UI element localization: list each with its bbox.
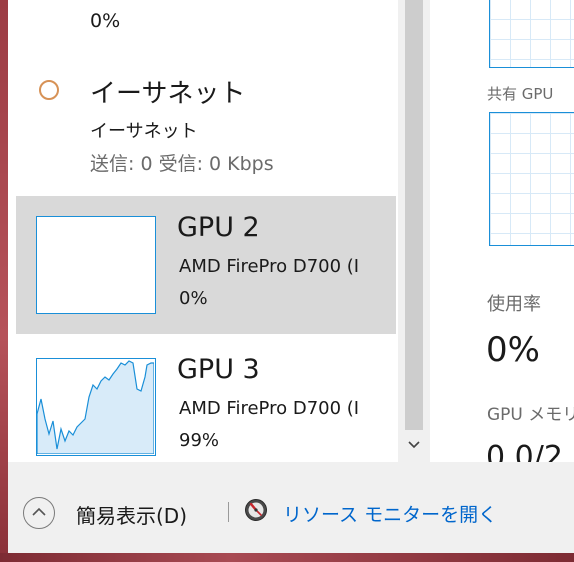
desktop-background-bottom xyxy=(0,553,574,562)
task-manager-window: 0% イーサネット イーサネット 送信: 0 受信: 0 Kbps GPU 2 … xyxy=(8,0,574,553)
resource-list-scrollbar[interactable] xyxy=(398,0,430,462)
shared-gpu-memory-label: 共有 GPU xyxy=(487,85,554,103)
usage-label: 使用率 xyxy=(487,294,541,315)
ethernet-rate: 送信: 0 受信: 0 Kbps xyxy=(90,153,274,175)
ethernet-status-circle-icon xyxy=(39,80,59,100)
gpu-3-thumbnail-graph xyxy=(36,358,156,456)
gpu-2-percent: 0% xyxy=(179,288,208,309)
gpu-item-2[interactable]: GPU 2 AMD FirePro D700 (I 0% xyxy=(16,196,396,334)
previous-item-percent: 0% xyxy=(90,10,121,32)
bottom-divider xyxy=(228,502,229,522)
resource-list: 0% イーサネット イーサネット 送信: 0 受信: 0 Kbps GPU 2 … xyxy=(8,0,430,462)
simple-view-button[interactable]: 簡易表示(D) xyxy=(76,500,187,529)
gpu-item-3[interactable]: GPU 3 AMD FirePro D700 (I 99% xyxy=(16,338,396,462)
shared-gpu-memory-graph xyxy=(489,112,574,246)
gpu-3-name: GPU 3 xyxy=(177,354,260,385)
resource-monitor-icon[interactable] xyxy=(244,498,268,522)
collapse-chevron-up-icon[interactable] xyxy=(23,497,55,529)
gpu-2-model: AMD FirePro D700 (I xyxy=(179,256,360,277)
gpu-2-thumbnail-graph xyxy=(36,216,156,314)
gpu-dedicated-memory-graph xyxy=(489,0,574,68)
desktop-background-left xyxy=(0,0,8,562)
open-resource-monitor-link[interactable]: リソース モニターを開く xyxy=(283,500,497,527)
gpu-memory-value: 0.0/2 xyxy=(486,440,563,462)
gpu-3-percent: 99% xyxy=(179,430,220,451)
gpu-3-usage-sparkline xyxy=(36,360,155,455)
bottom-bar: 簡易表示(D) リソース モニターを開く xyxy=(8,462,574,553)
gpu-2-name: GPU 2 xyxy=(177,212,260,243)
ethernet-subtitle: イーサネット xyxy=(90,121,198,142)
gpu-memory-label: GPU メモリ xyxy=(487,405,574,425)
gpu-3-model: AMD FirePro D700 (I xyxy=(179,398,360,419)
usage-value: 0% xyxy=(486,330,540,370)
gpu-detail-pane: 共有 GPU 使用率 0% GPU メモリ 0.0/2 xyxy=(484,0,574,462)
scroll-down-arrow-icon[interactable] xyxy=(398,430,430,462)
ethernet-title: イーサネット xyxy=(90,79,246,109)
scrollbar-thumb[interactable] xyxy=(405,0,423,430)
